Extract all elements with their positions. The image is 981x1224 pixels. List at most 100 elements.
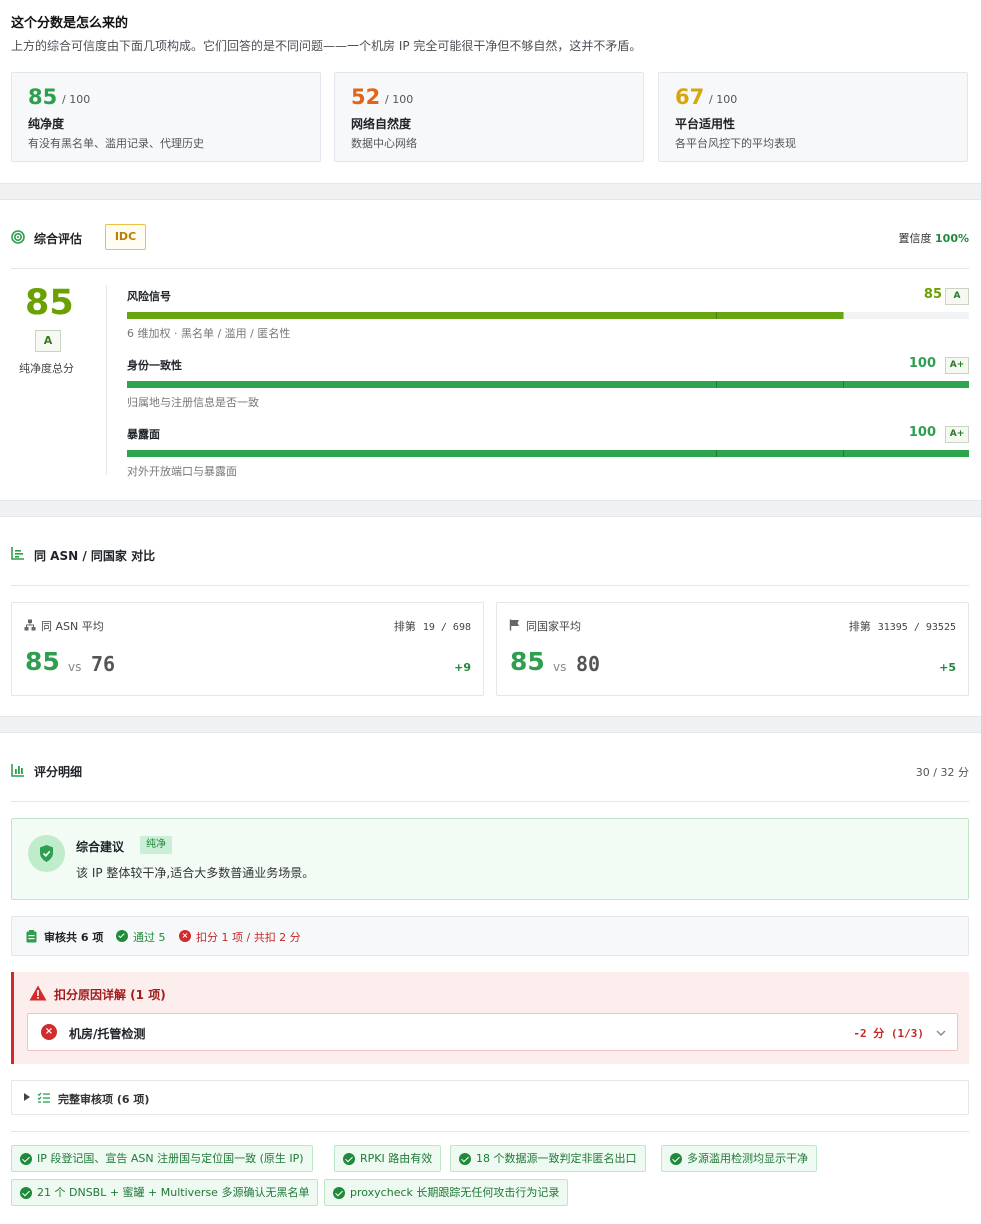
platform-score: 67	[675, 85, 705, 109]
purity-name: 纯净度	[28, 117, 65, 131]
metric-risk-bar	[127, 312, 969, 319]
check-circle-icon	[20, 1153, 32, 1165]
metric-risk-value: 85	[923, 287, 942, 302]
audit-summary: 审核共 6 项 通过 5 × 扣分 1 项 / 共扣 2 分	[11, 916, 969, 956]
pass-pill: 18 个数据源一致判定非匿名出口	[450, 1145, 646, 1172]
metric-risk-grade: A	[945, 288, 969, 305]
column-chart-icon	[11, 764, 24, 777]
pass-pill: 21 个 DNSBL + 蜜罐 + Multiverse 多源确认无黑名单	[11, 1179, 319, 1206]
overall-grade: A	[35, 330, 61, 352]
country-rank: 排第 31395 / 93525	[849, 618, 956, 634]
overall-title: 综合评估	[34, 232, 83, 246]
list-check-icon	[37, 1092, 50, 1103]
check-circle-icon	[343, 1153, 355, 1165]
asn-compare-label: 同 ASN 平均	[41, 620, 104, 633]
asn-rank-label: 排第	[393, 620, 416, 633]
metric-identity-value: 100	[908, 356, 936, 371]
check-circle-icon	[116, 930, 128, 942]
section-subtitle: 上方的综合可信度由下面几项构成。它们回答的是不同问题——一个机房 IP 完全可能…	[11, 39, 642, 53]
country-rank-label: 排第	[848, 620, 871, 633]
purity-denominator: / 100	[62, 93, 91, 106]
idc-badge: IDC	[105, 224, 146, 250]
asn-rank-value: 19 / 698	[422, 622, 471, 633]
pass-pill-label: 21 个 DNSBL + 蜜罐 + Multiverse 多源确认无黑名单	[37, 1186, 310, 1199]
metric-identity-name: 身份一致性	[127, 359, 182, 372]
metric-exposure-value: 100	[908, 425, 936, 440]
detail-title: 评分明细	[34, 765, 83, 779]
shield-check-icon	[40, 845, 53, 862]
deduction-panel: 扣分原因详解 (1 项) × 机房/托管检测 -2 分 (1/3)	[11, 972, 969, 1064]
section-title: 这个分数是怎么来的	[11, 16, 129, 31]
section-divider	[0, 716, 981, 733]
asn-rank: 排第 19 / 698	[394, 618, 471, 634]
deduction-title: 扣分原因详解 (1 项)	[54, 988, 166, 1002]
target-icon	[11, 230, 25, 244]
bar-tick	[843, 450, 844, 457]
country-diff: +5	[939, 661, 956, 674]
pass-pill-label: RPKI 路由有效	[360, 1152, 433, 1165]
check-circle-icon	[333, 1187, 345, 1199]
pass-pill: IP 段登记国、宣告 ASN 注册国与定位国一致 (原生 IP)	[11, 1145, 313, 1172]
platform-denominator: / 100	[709, 93, 738, 106]
asn-diff: +9	[454, 661, 471, 674]
detail-points: 30 / 32 分	[915, 766, 969, 779]
bar-tick	[716, 450, 717, 457]
pass-pill: proxycheck 长期跟踪无任何攻击行为记录	[324, 1179, 569, 1206]
purity-score: 85	[28, 85, 58, 109]
purity-card: 85 / 100 纯净度 有没有黑名单、滥用记录、代理历史	[11, 72, 321, 162]
advice-tag: 纯净	[140, 836, 172, 854]
pass-pill-label: 多源滥用检测均显示干净	[687, 1152, 808, 1165]
naturalness-denominator: / 100	[385, 93, 414, 106]
audit-deducted: 扣分 1 项 / 共扣 2 分	[196, 931, 301, 944]
metric-identity-desc: 归属地与注册信息是否一致	[127, 396, 259, 409]
advice-shield	[28, 835, 65, 872]
audit-total: 审核共 6 项	[44, 931, 104, 944]
x-circle-icon: ×	[41, 1024, 57, 1040]
x-circle-icon: ×	[179, 930, 191, 942]
asn-vs: vs	[68, 660, 82, 674]
vertical-divider	[106, 285, 107, 475]
deduction-item[interactable]: × 机房/托管检测 -2 分 (1/3)	[27, 1013, 958, 1051]
metric-risk-bar-fill	[127, 312, 843, 319]
metric-exposure-grade: A+	[945, 426, 969, 443]
bar-tick	[716, 381, 717, 388]
flag-icon	[509, 619, 519, 631]
warning-icon	[29, 985, 47, 1001]
advice-text: 该 IP 整体较干净,适合大多数普通业务场景。	[76, 866, 315, 880]
bar-chart-icon	[11, 547, 24, 560]
naturalness-name: 网络自然度	[351, 117, 412, 131]
deduction-item-score: -2 分 (1/3)	[853, 1027, 924, 1040]
bar-tick	[843, 312, 844, 319]
confidence-value: 100%	[935, 232, 969, 245]
bar-tick	[843, 381, 844, 388]
divider	[11, 585, 969, 586]
naturalness-score: 52	[351, 85, 381, 109]
country-average-score: 80	[576, 652, 601, 676]
asn-own-score: 85	[25, 647, 60, 676]
country-compare-card: 同国家平均 排第 31395 / 93525 85 vs 80 +5	[496, 602, 969, 696]
pass-pill-label: proxycheck 长期跟踪无任何攻击行为记录	[350, 1186, 560, 1199]
full-audit-toggle[interactable]: 完整审核项 (6 项)	[11, 1080, 969, 1115]
naturalness-desc: 数据中心网络	[351, 137, 417, 150]
country-compare-label: 同国家平均	[526, 620, 581, 633]
pass-pill-label: 18 个数据源一致判定非匿名出口	[476, 1152, 637, 1165]
platform-desc: 各平台风控下的平均表现	[675, 137, 796, 150]
bar-tick	[716, 312, 717, 319]
metric-risk-name: 风险信号	[127, 290, 171, 303]
metric-exposure-name: 暴露面	[127, 428, 160, 441]
overall-score: 85	[25, 283, 74, 323]
chevron-down-icon[interactable]	[935, 1027, 947, 1039]
platform-name: 平台适用性	[675, 117, 736, 131]
metric-exposure-desc: 对外开放端口与暴露面	[127, 465, 237, 478]
advice-card: 综合建议 纯净 该 IP 整体较干净,适合大多数普通业务场景。	[11, 818, 969, 900]
section-divider	[0, 500, 981, 517]
check-circle-icon	[459, 1153, 471, 1165]
country-rank-value: 31395 / 93525	[877, 622, 956, 633]
check-circle-icon	[20, 1187, 32, 1199]
pass-pill: 多源滥用检测均显示干净	[661, 1145, 817, 1172]
network-icon	[24, 619, 36, 631]
country-own-score: 85	[510, 647, 545, 676]
divider	[11, 268, 969, 269]
divider	[11, 801, 969, 802]
pass-pill-label: IP 段登记国、宣告 ASN 注册国与定位国一致 (原生 IP)	[37, 1152, 304, 1165]
